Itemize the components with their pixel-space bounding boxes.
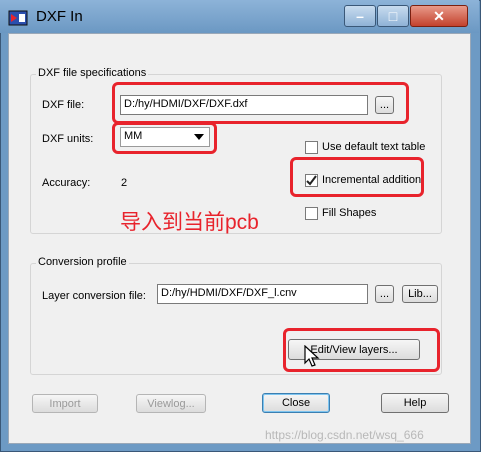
help-button[interactable]: Help [381, 393, 449, 413]
highlight-dxf-units [112, 122, 217, 154]
maximize-icon: □ [388, 8, 398, 24]
dxf-file-label: DXF file: [42, 99, 85, 111]
close-window-button[interactable]: ✕ [410, 5, 468, 27]
highlight-edit-view-layers [283, 328, 440, 372]
dxf-spec-group-title: DXF file specifications [36, 67, 149, 79]
window-title: DXF In [36, 8, 83, 25]
use-default-text-table-label: Use default text table [322, 141, 426, 153]
dxf-units-label: DXF units: [42, 133, 94, 145]
fill-shapes-label: Fill Shapes [322, 207, 377, 219]
layer-conversion-file-label: Layer conversion file: [42, 290, 146, 302]
viewlog-button[interactable]: Viewlog... [136, 394, 206, 413]
highlight-dxf-file [112, 82, 409, 124]
accuracy-label: Accuracy: [42, 177, 91, 189]
use-default-text-table-checkbox[interactable] [305, 141, 318, 154]
maximize-button[interactable]: □ [377, 5, 409, 27]
close-icon: ✕ [433, 7, 445, 24]
layer-conversion-file-input[interactable]: D:/hy/HDMI/DXF/DXF_l.cnv [157, 284, 368, 304]
fill-shapes-checkbox[interactable] [305, 207, 318, 220]
watermark-text: https://blog.csdn.net/wsq_666 [265, 428, 424, 442]
highlight-incremental-addition [290, 157, 424, 197]
app-icon [8, 9, 28, 27]
layer-file-browse-button[interactable]: ... [375, 285, 394, 303]
import-button[interactable]: Import [32, 394, 98, 413]
annotation-text: 导入到当前pcb [120, 211, 259, 234]
minimize-icon: – [356, 8, 364, 24]
conversion-profile-group-title: Conversion profile [36, 256, 129, 268]
close-button[interactable]: Close [262, 393, 330, 413]
accuracy-value: 2 [121, 177, 128, 189]
lib-button[interactable]: Lib... [402, 285, 438, 303]
minimize-button[interactable]: – [344, 5, 376, 27]
title-bar[interactable]: DXF In – □ ✕ [0, 0, 479, 33]
